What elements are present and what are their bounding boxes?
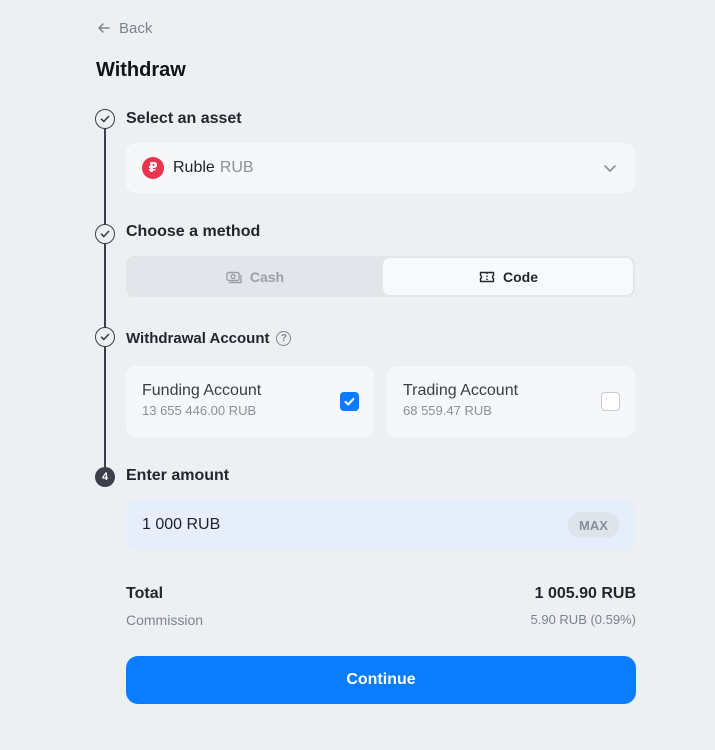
method-cash-label: Cash (249, 268, 285, 285)
method-segmented-control: Cash Code (126, 256, 635, 297)
asset-name: Ruble (173, 159, 215, 176)
step-1-label: Select an asset (126, 110, 242, 127)
funding-account-balance: 13 655 446.00 RUB (142, 403, 257, 418)
commission-label: Commission (126, 612, 204, 628)
total-label: Total (126, 585, 164, 602)
total-value: 1 005.90 RUB (534, 585, 636, 602)
code-ticket-icon (479, 271, 495, 282)
funding-account-name: Funding Account (142, 382, 262, 399)
trading-account-card[interactable]: Trading Account 68 559.47 RUB (387, 366, 635, 437)
cash-icon (226, 271, 242, 283)
asset-select[interactable]: ₽ Ruble RUB (126, 143, 635, 193)
trading-account-checkbox[interactable] (601, 392, 620, 411)
amount-field: MAX (126, 500, 635, 550)
arrow-left-icon (98, 23, 110, 33)
funding-account-card[interactable]: Funding Account 13 655 446.00 RUB (126, 366, 374, 437)
page-title: Withdraw (96, 59, 186, 81)
chevron-down-icon (604, 165, 616, 172)
trading-account-name: Trading Account (403, 382, 519, 399)
step-4-number-badge: 4 (95, 467, 115, 487)
method-cash-tab[interactable]: Cash (128, 258, 381, 295)
method-code-tab[interactable]: Code (383, 258, 633, 295)
commission-value: 5.90 RUB (0.59%) (530, 612, 637, 627)
step-4-label: Enter amount (126, 467, 230, 484)
timeline-line (104, 119, 106, 476)
trading-account-balance: 68 559.47 RUB (403, 403, 492, 418)
step-2-label: Choose a method (126, 223, 261, 240)
back-link[interactable]: Back (96, 18, 152, 38)
max-button[interactable]: MAX (568, 512, 619, 538)
back-label: Back (119, 19, 153, 37)
step-2-check-icon (95, 224, 115, 244)
step-1-check-icon (95, 109, 115, 129)
asset-code: RUB (219, 159, 254, 176)
step-3-label: Withdrawal Account (126, 330, 270, 347)
help-icon[interactable]: ? (276, 331, 292, 346)
ruble-coin-icon: ₽ (142, 157, 164, 179)
method-code-label: Code (503, 268, 538, 285)
checkmark-icon (344, 397, 355, 406)
step-3-check-icon (95, 327, 115, 347)
funding-account-checkbox[interactable] (340, 392, 359, 411)
amount-input[interactable] (142, 516, 568, 534)
continue-button[interactable]: Continue (126, 656, 636, 704)
